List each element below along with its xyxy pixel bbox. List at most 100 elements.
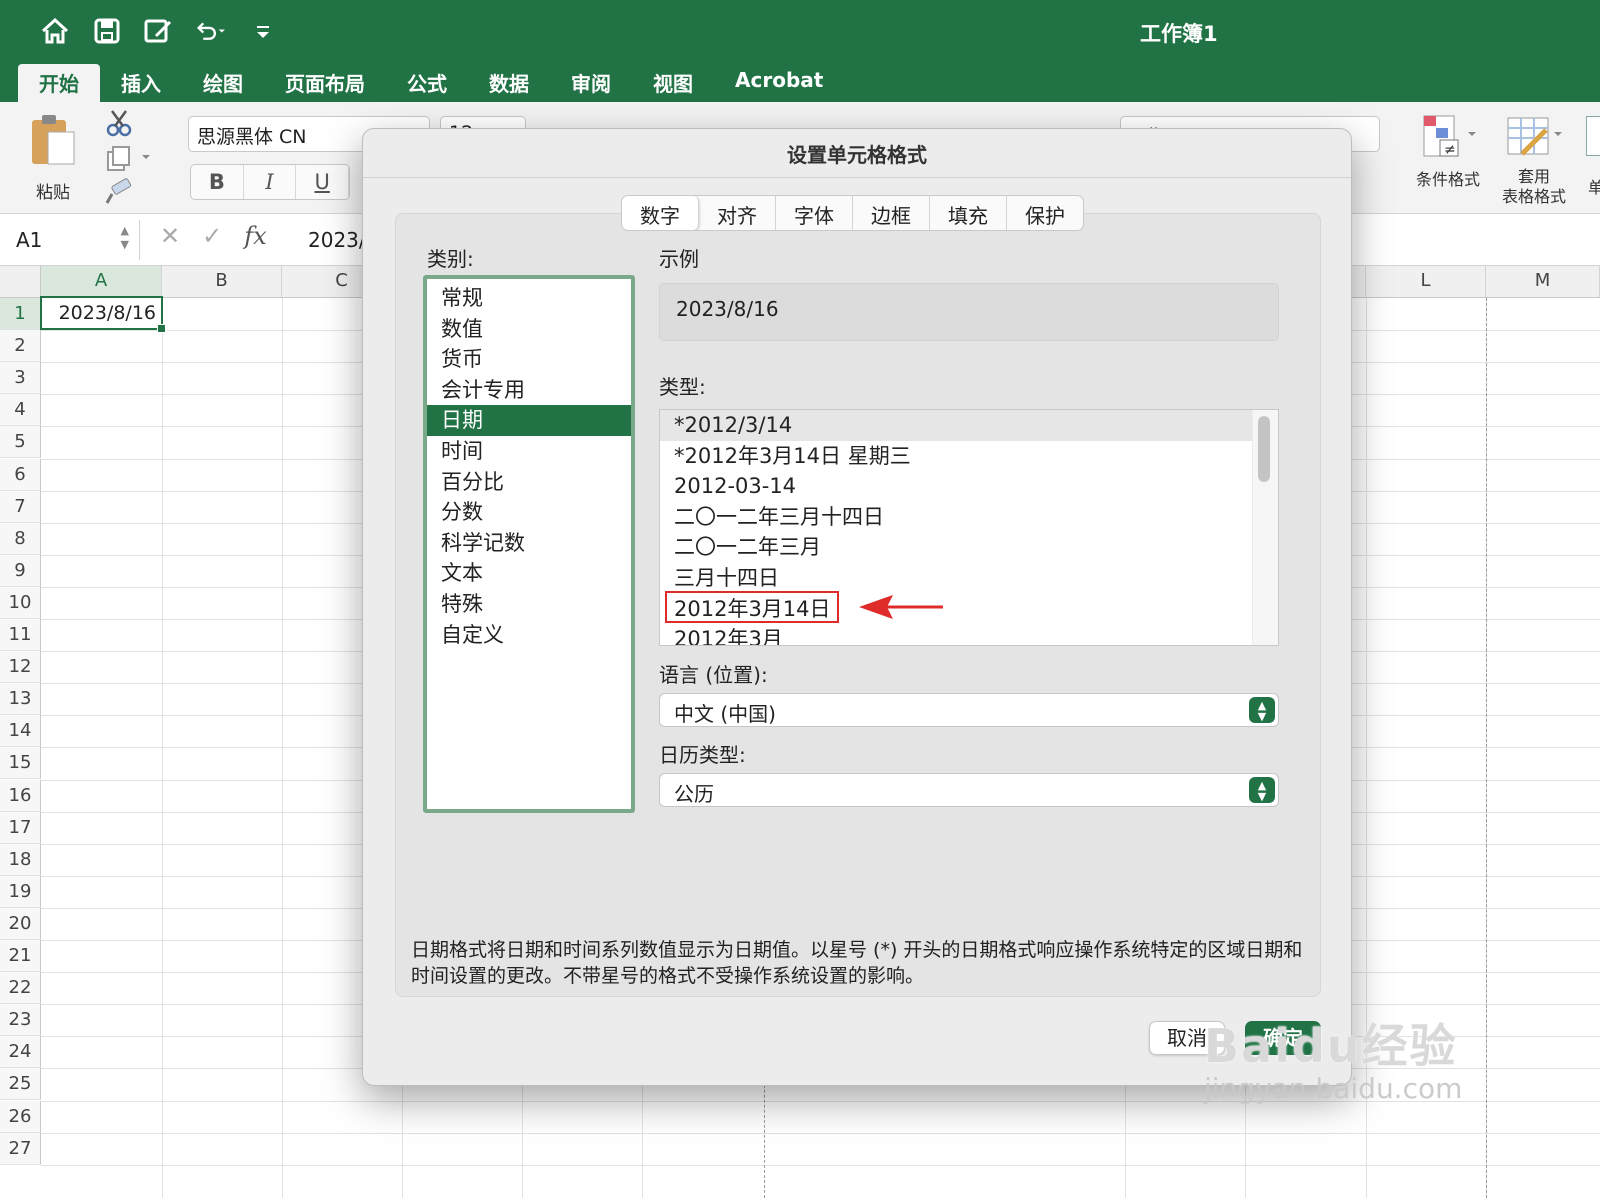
cancel-icon[interactable]: ✕: [160, 222, 180, 250]
tab-review[interactable]: 审阅: [550, 64, 632, 102]
confirm-icon[interactable]: ✓: [202, 222, 222, 250]
home-icon[interactable]: [38, 14, 72, 48]
row-header[interactable]: 21: [0, 940, 41, 972]
row-header[interactable]: 27: [0, 1132, 41, 1165]
calendar-select[interactable]: 公历 ▲ ▼: [659, 773, 1279, 807]
undo-icon[interactable]: [194, 14, 228, 48]
type-item[interactable]: 二〇一二年三月十四日: [660, 502, 1278, 533]
language-select[interactable]: 中文 (中国) ▲ ▼: [659, 693, 1279, 727]
row-header[interactable]: 18: [0, 843, 41, 876]
category-currency[interactable]: 货币: [427, 344, 631, 375]
row-header[interactable]: 8: [0, 522, 41, 555]
type-item[interactable]: *2012/3/14: [660, 410, 1278, 441]
category-accounting[interactable]: 会计专用: [427, 375, 631, 406]
tab-number[interactable]: 数字: [622, 196, 699, 230]
row-header[interactable]: 13: [0, 683, 41, 716]
name-box[interactable]: A1 ▲ ▼: [0, 220, 140, 260]
cancel-button[interactable]: 取消: [1149, 1021, 1225, 1055]
calendar-label: 日历类型:: [659, 743, 746, 767]
column-header-b[interactable]: B: [162, 266, 282, 298]
row-header[interactable]: 26: [0, 1100, 41, 1133]
row-header[interactable]: 14: [0, 715, 41, 748]
tab-border[interactable]: 边框: [853, 196, 930, 230]
name-box-stepper-icon[interactable]: ▲ ▼: [121, 224, 129, 252]
conditional-format-button[interactable]: ≠ 条件格式: [1408, 114, 1488, 190]
type-item[interactable]: 2012年3月: [660, 624, 1278, 645]
category-number[interactable]: 数值: [427, 314, 631, 345]
category-time[interactable]: 时间: [427, 436, 631, 467]
row-header[interactable]: 9: [0, 554, 41, 587]
dialog-tabs: 数字 对齐 字体 边框 填充 保护: [621, 195, 1084, 231]
type-item[interactable]: *2012年3月14日 星期三: [660, 441, 1278, 472]
tab-font[interactable]: 字体: [776, 196, 853, 230]
tab-fill[interactable]: 填充: [930, 196, 1007, 230]
category-text[interactable]: 文本: [427, 558, 631, 589]
cut-icon[interactable]: [104, 108, 134, 138]
row-header[interactable]: 17: [0, 811, 41, 844]
tab-acrobat[interactable]: Acrobat: [714, 64, 844, 102]
row-header[interactable]: 6: [0, 458, 41, 491]
tab-formulas[interactable]: 公式: [386, 64, 468, 102]
column-header-m[interactable]: M: [1486, 266, 1600, 298]
category-special[interactable]: 特殊: [427, 589, 631, 620]
italic-button[interactable]: I: [244, 165, 297, 199]
row-header[interactable]: 25: [0, 1068, 41, 1101]
select-stepper-icon[interactable]: ▲ ▼: [1249, 697, 1275, 723]
row-header[interactable]: 3: [0, 362, 41, 395]
row-header[interactable]: 4: [0, 394, 41, 427]
type-list-scrollbar[interactable]: [1252, 410, 1278, 645]
type-item[interactable]: 三月十四日: [660, 563, 1278, 594]
format-painter-icon[interactable]: [104, 178, 134, 206]
column-header-a[interactable]: A: [41, 266, 162, 298]
bold-button[interactable]: B: [191, 165, 244, 199]
tab-alignment[interactable]: 对齐: [699, 196, 776, 230]
category-general[interactable]: 常规: [427, 283, 631, 314]
select-all-corner[interactable]: [0, 266, 41, 298]
edit-document-icon[interactable]: [142, 14, 176, 48]
calendar-value: 公历: [674, 782, 714, 806]
row-header[interactable]: 16: [0, 779, 41, 812]
insert-function-icon[interactable]: fx: [244, 222, 266, 250]
tab-draw[interactable]: 绘图: [182, 64, 264, 102]
tab-insert[interactable]: 插入: [100, 64, 182, 102]
type-item[interactable]: 2012-03-14: [660, 471, 1278, 502]
copy-icon[interactable]: [104, 144, 154, 172]
select-stepper-icon[interactable]: ▲ ▼: [1249, 777, 1275, 803]
column-header-l[interactable]: L: [1366, 266, 1486, 298]
scrollbar-thumb[interactable]: [1258, 416, 1270, 482]
underline-button[interactable]: U: [296, 165, 350, 199]
row-header[interactable]: 11: [0, 619, 41, 651]
row-header[interactable]: 5: [0, 426, 41, 459]
tab-protection[interactable]: 保护: [1007, 196, 1083, 230]
customize-toolbar-icon[interactable]: [246, 14, 280, 48]
row-header[interactable]: 7: [0, 490, 41, 523]
paste-button[interactable]: 粘贴: [18, 112, 88, 203]
row-header[interactable]: 22: [0, 972, 41, 1005]
category-fraction[interactable]: 分数: [427, 497, 631, 528]
tab-view[interactable]: 视图: [632, 64, 714, 102]
row-header[interactable]: 15: [0, 747, 41, 780]
category-label: 类别:: [427, 247, 474, 271]
conditional-format-icon: ≠: [1423, 115, 1476, 158]
ok-button[interactable]: 确定: [1245, 1021, 1321, 1055]
category-percentage[interactable]: 百分比: [427, 467, 631, 498]
type-item[interactable]: 二〇一二年三月: [660, 532, 1278, 563]
cell-styles-icon[interactable]: [1586, 116, 1600, 156]
tab-home[interactable]: 开始: [18, 64, 100, 102]
save-icon[interactable]: [90, 14, 124, 48]
format-as-table-button[interactable]: 套用 表格格式: [1494, 114, 1574, 207]
row-header[interactable]: 20: [0, 907, 41, 940]
row-header[interactable]: 2: [0, 330, 41, 363]
row-header[interactable]: 24: [0, 1036, 41, 1069]
row-header[interactable]: 12: [0, 651, 41, 684]
cell-a1[interactable]: 2023/8/16: [40, 296, 166, 333]
row-header[interactable]: 23: [0, 1004, 41, 1037]
category-custom[interactable]: 自定义: [427, 620, 631, 651]
row-header[interactable]: 10: [0, 586, 41, 619]
row-header[interactable]: 1: [0, 298, 41, 330]
category-date[interactable]: 日期: [427, 405, 631, 436]
tab-data[interactable]: 数据: [468, 64, 550, 102]
row-header[interactable]: 19: [0, 875, 41, 908]
category-scientific[interactable]: 科学记数: [427, 528, 631, 559]
tab-page-layout[interactable]: 页面布局: [264, 64, 386, 102]
